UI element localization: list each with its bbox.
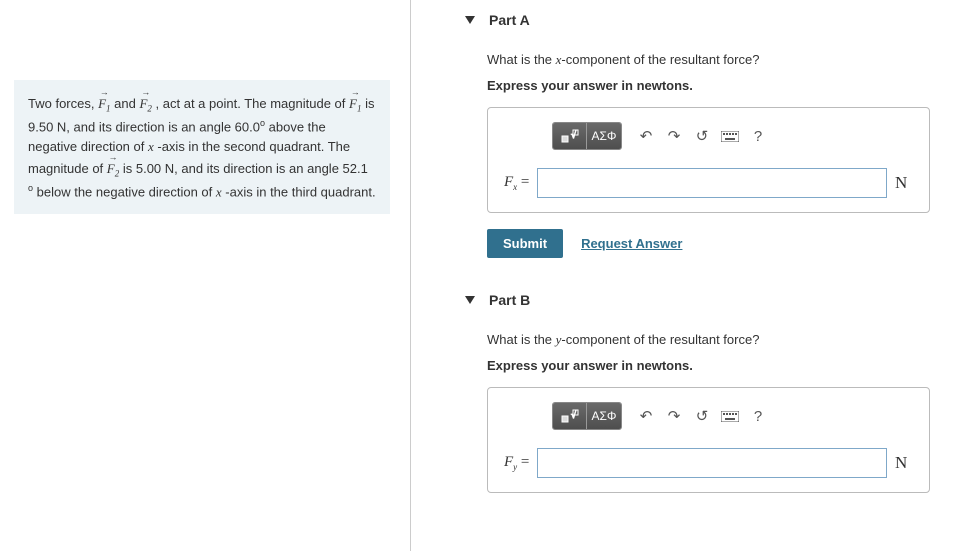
part-b: Part B What is the y-component of the re… — [465, 292, 930, 493]
instruction-text: Express your answer in newtons. — [487, 78, 930, 93]
collapse-icon — [465, 16, 475, 24]
x-axis: x — [216, 184, 222, 199]
question-text: What is the x-component of the resultant… — [487, 52, 930, 68]
answer-label: Fx = — [504, 174, 529, 192]
undo-button[interactable]: ↶ — [632, 123, 660, 149]
part-b-header[interactable]: Part B — [465, 292, 930, 308]
part-title: Part A — [489, 12, 530, 28]
answer-panel: Part A What is the x-component of the re… — [410, 0, 964, 551]
text: is 5.00 N, and its direction is an angle… — [123, 161, 368, 176]
unit-label: N — [895, 453, 913, 473]
request-answer-link[interactable]: Request Answer — [581, 236, 682, 251]
answer-input[interactable] — [537, 168, 887, 198]
vector-f2: F2 — [107, 157, 119, 182]
redo-button[interactable]: ↷ — [660, 123, 688, 149]
answer-label: Fy = — [504, 454, 529, 472]
template-button[interactable]: √ — [553, 123, 587, 149]
collapse-icon — [465, 296, 475, 304]
answer-input[interactable] — [537, 448, 887, 478]
text: -axis in the third quadrant. — [225, 184, 375, 199]
template-button[interactable]: √ — [553, 403, 587, 429]
vector-f2: F2 — [139, 92, 151, 117]
undo-button[interactable]: ↶ — [632, 403, 660, 429]
question-text: What is the y-component of the resultant… — [487, 332, 930, 348]
equation-toolbar: √ ΑΣΦ ↶ ↷ ↺ ? — [552, 122, 913, 150]
unit-label: N — [895, 173, 913, 193]
keyboard-button[interactable] — [716, 403, 744, 429]
instruction-text: Express your answer in newtons. — [487, 358, 930, 373]
text: and — [114, 96, 139, 111]
reset-button[interactable]: ↺ — [688, 403, 716, 429]
x-axis: x — [148, 139, 154, 154]
greek-button[interactable]: ΑΣΦ — [587, 123, 621, 149]
help-button[interactable]: ? — [744, 403, 772, 429]
equation-toolbar: √ ΑΣΦ ↶ ↷ ↺ ? — [552, 402, 913, 430]
text: , act at a point. The magnitude of — [156, 96, 349, 111]
text: Two forces, — [28, 96, 98, 111]
answer-box: √ ΑΣΦ ↶ ↷ ↺ ? Fx = — [487, 107, 930, 213]
answer-box: √ ΑΣΦ ↶ ↷ ↺ ? Fy = — [487, 387, 930, 493]
text: below the negative direction of — [37, 184, 216, 199]
part-a: Part A What is the x-component of the re… — [465, 12, 930, 258]
greek-button[interactable]: ΑΣΦ — [587, 403, 621, 429]
redo-button[interactable]: ↷ — [660, 403, 688, 429]
degree-symbol: o — [28, 183, 33, 193]
part-a-header[interactable]: Part A — [465, 12, 930, 28]
vector-f1: F1 — [98, 92, 110, 117]
submit-button[interactable]: Submit — [487, 229, 563, 258]
part-title: Part B — [489, 292, 530, 308]
degree-symbol: o — [260, 118, 265, 128]
vector-f1: F1 — [349, 92, 361, 117]
help-button[interactable]: ? — [744, 123, 772, 149]
problem-statement: Two forces, F1 and F2 , act at a point. … — [14, 80, 390, 214]
keyboard-button[interactable] — [716, 123, 744, 149]
reset-button[interactable]: ↺ — [688, 123, 716, 149]
problem-panel: Two forces, F1 and F2 , act at a point. … — [0, 0, 410, 551]
